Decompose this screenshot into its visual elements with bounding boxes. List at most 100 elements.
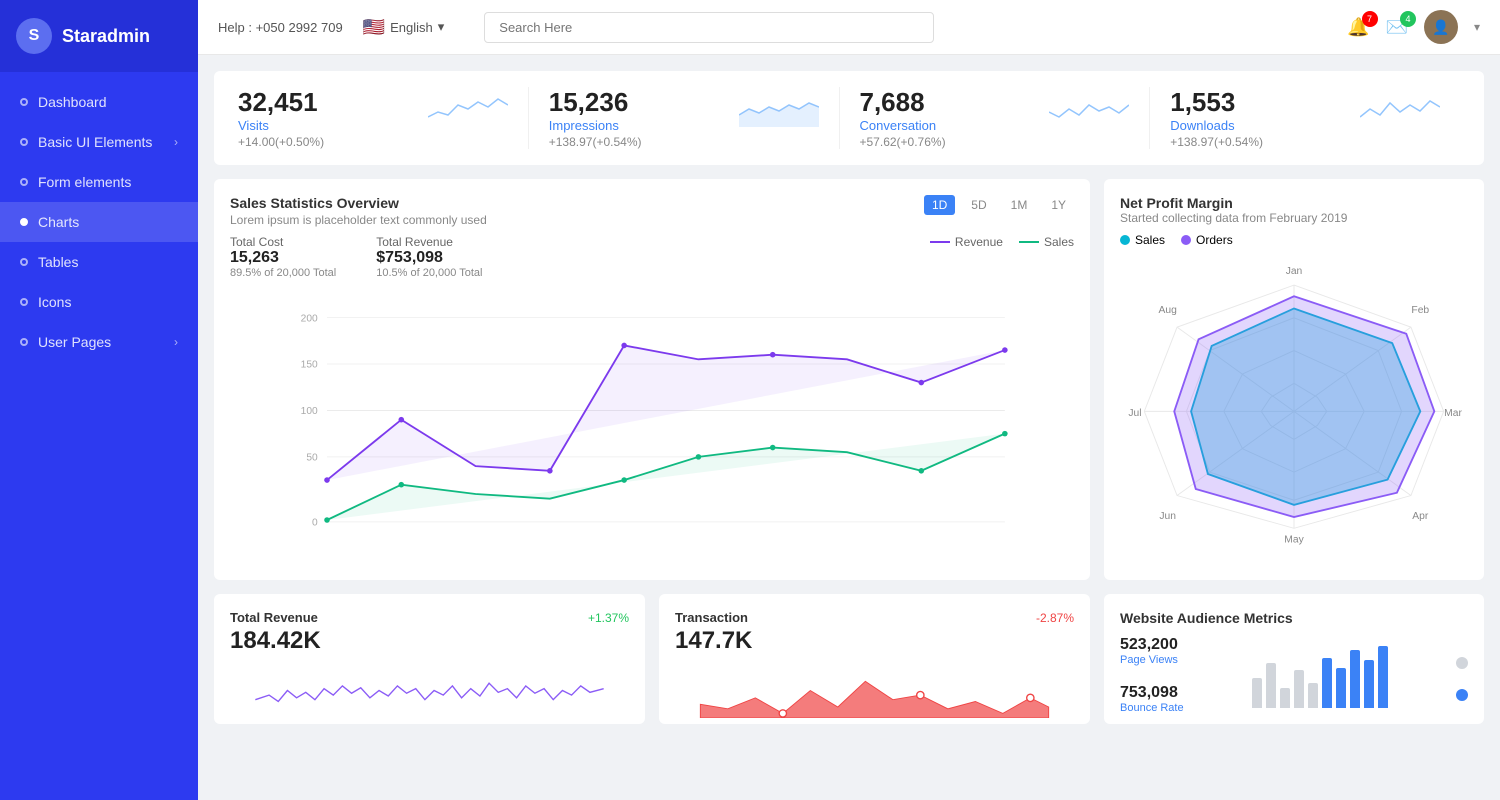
time-filters: 1D 5D 1M 1Y [924, 195, 1074, 215]
sidebar-label-tables: Tables [38, 254, 78, 270]
middle-row: Sales Statistics Overview Lorem ipsum is… [214, 179, 1484, 580]
nav-dot-user-pages [20, 338, 28, 346]
sales-chart-card: Sales Statistics Overview Lorem ipsum is… [214, 179, 1090, 580]
bar-10 [1378, 646, 1388, 708]
logo-text: Staradmin [62, 26, 150, 47]
orders-legend-dot [1181, 235, 1191, 245]
bar-7 [1336, 668, 1346, 708]
bounce-rate-dot [1456, 689, 1468, 701]
sidebar-label-charts: Charts [38, 214, 79, 230]
impressions-label: Impressions [549, 118, 642, 133]
conversation-change: +57.62(+0.76%) [860, 135, 946, 149]
downloads-change: +138.97(+0.54%) [1170, 135, 1263, 149]
chart-legend: Revenue Sales [930, 235, 1074, 249]
language-selector[interactable]: 🇺🇸 English ▾ [363, 17, 445, 38]
svg-text:0: 0 [312, 518, 318, 529]
filter-1m[interactable]: 1M [1003, 195, 1036, 215]
transaction-change: -2.87% [1036, 611, 1074, 625]
sidebar-item-charts[interactable]: Charts [0, 202, 198, 242]
message-button[interactable]: ✉️ 4 [1386, 17, 1408, 38]
transaction-sparkline [675, 663, 1074, 718]
bar-8 [1350, 650, 1360, 708]
page-views-dot [1456, 657, 1468, 669]
legend-sales-line [1019, 241, 1039, 243]
transaction-title: Transaction [675, 610, 748, 625]
svg-text:100: 100 [301, 406, 318, 417]
stat-conversation: 7,688 Conversation +57.62(+0.76%) [860, 87, 1151, 149]
sidebar-label-icons: Icons [38, 294, 71, 310]
legend-sales-label: Sales [1044, 235, 1074, 249]
bar-9 [1364, 660, 1374, 708]
main-content: Help : +050 2992 709 🇺🇸 English ▾ 🔔 7 ✉️… [198, 0, 1500, 800]
conversation-label: Conversation [860, 118, 946, 133]
message-badge: 4 [1400, 11, 1416, 27]
sidebar-nav: Dashboard Basic UI Elements › Form eleme… [0, 72, 198, 800]
search-container [484, 12, 934, 43]
bar-3 [1280, 688, 1290, 708]
bounce-rate-label: Bounce Rate [1120, 702, 1184, 714]
chevron-right-icon-2: › [174, 335, 178, 349]
svg-text:Aug: Aug [1159, 305, 1178, 316]
total-cost-value: 15,263 [230, 249, 336, 267]
chart-meta: Total Cost 15,263 89.5% of 20,000 Total … [230, 235, 482, 279]
stat-downloads: 1,553 Downloads +138.97(+0.54%) [1170, 87, 1460, 149]
net-profit-subtitle: Started collecting data from February 20… [1120, 211, 1468, 225]
total-revenue-sparkline [230, 663, 629, 718]
sidebar-item-user-pages[interactable]: User Pages › [0, 322, 198, 362]
search-input[interactable] [484, 12, 934, 43]
total-cost-sub: 89.5% of 20,000 Total [230, 267, 336, 279]
bounce-rate-value: 753,098 [1120, 684, 1184, 702]
nav-dot-form-elements [20, 178, 28, 186]
visits-value: 32,451 [238, 87, 324, 118]
chevron-down-icon: ▾ [438, 19, 445, 35]
total-revenue-title: Total Revenue [230, 610, 318, 625]
svg-text:200: 200 [301, 313, 318, 324]
total-cost-label: Total Cost [230, 235, 336, 249]
filter-1d[interactable]: 1D [924, 195, 955, 215]
bounce-rate-metric: 753,098 Bounce Rate [1120, 684, 1184, 714]
sidebar-item-tables[interactable]: Tables [0, 242, 198, 282]
orders-legend-label: Orders [1196, 233, 1233, 247]
net-profit-title: Net Profit Margin [1120, 195, 1468, 211]
page-views-value: 523,200 [1120, 636, 1178, 654]
legend-revenue-label: Revenue [955, 235, 1003, 249]
bar-4 [1294, 670, 1304, 708]
sales-legend-dot [1120, 235, 1130, 245]
flag-icon: 🇺🇸 [363, 17, 385, 38]
sidebar-label-form-elements: Form elements [38, 174, 131, 190]
visits-label: Visits [238, 118, 324, 133]
sidebar-item-basic-ui[interactable]: Basic UI Elements › [0, 122, 198, 162]
svg-text:50: 50 [306, 453, 318, 464]
svg-text:Mar: Mar [1444, 408, 1462, 419]
stat-visits: 32,451 Visits +14.00(+0.50%) [238, 87, 529, 149]
sidebar-item-icons[interactable]: Icons [0, 282, 198, 322]
filter-5d[interactable]: 5D [963, 195, 994, 215]
page-content: 32,451 Visits +14.00(+0.50%) 15,236 Impr… [198, 55, 1500, 800]
impressions-change: +138.97(+0.54%) [549, 135, 642, 149]
svg-text:Jan: Jan [1286, 266, 1303, 277]
sidebar-label-basic-ui: Basic UI Elements [38, 134, 152, 150]
bar-6 [1322, 658, 1332, 708]
net-profit-card: Net Profit Margin Started collecting dat… [1104, 179, 1484, 580]
header: Help : +050 2992 709 🇺🇸 English ▾ 🔔 7 ✉️… [198, 0, 1500, 55]
audience-title: Website Audience Metrics [1120, 610, 1468, 626]
notification-badge: 7 [1362, 11, 1378, 27]
svg-text:Jul: Jul [1128, 408, 1141, 419]
audience-bar-chart [1252, 647, 1388, 712]
sidebar-item-form-elements[interactable]: Form elements [0, 162, 198, 202]
logo-circle: S [16, 18, 52, 54]
user-avatar[interactable]: 👤 [1424, 10, 1458, 44]
downloads-value: 1,553 [1170, 87, 1263, 118]
svg-text:Feb: Feb [1411, 305, 1429, 316]
notification-button[interactable]: 🔔 7 [1347, 17, 1369, 38]
sidebar-item-dashboard[interactable]: Dashboard [0, 82, 198, 122]
sales-legend-label: Sales [1135, 233, 1165, 247]
page-views-label: Page Views [1120, 654, 1178, 666]
logo-initial: S [29, 27, 40, 45]
svg-text:May: May [1284, 534, 1304, 545]
header-icons: 🔔 7 ✉️ 4 👤 ▾ [1347, 10, 1480, 44]
sidebar-label-dashboard: Dashboard [38, 94, 107, 110]
sidebar-logo[interactable]: S Staradmin [0, 0, 198, 72]
filter-1y[interactable]: 1Y [1043, 195, 1074, 215]
bar-5 [1308, 683, 1318, 708]
